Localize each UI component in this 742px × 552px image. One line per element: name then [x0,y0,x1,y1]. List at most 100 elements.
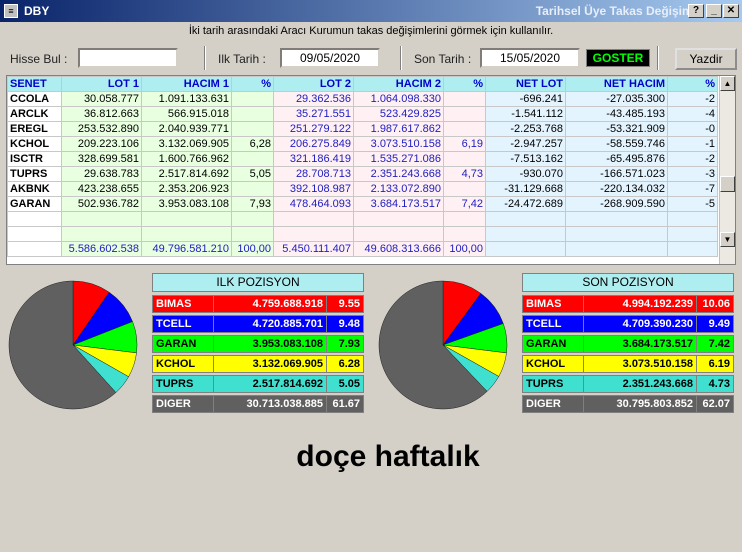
table-row[interactable]: EREGL 253.532.890 2.040.939.771 251.279.122… [7,121,718,137]
position-row: BIMAS 4.994.192.239 10.06 [522,295,734,313]
table-cell: CCOLA [7,91,62,107]
table-cell: 3.953.083.108 [141,196,232,212]
table-cell: -1 [667,136,718,152]
table-row[interactable]: ISCTR 328.699.581 1.600.766.962 321.186.419… [7,151,718,167]
scroll-up-icon[interactable]: ▲ [720,76,735,91]
table-cell: 206.275.849 [273,136,354,152]
table-row[interactable]: GARAN 502.936.782 3.953.083.108 7,93 478.464… [7,196,718,212]
column-header[interactable]: NET HACIM [565,76,668,92]
position-row: BIMAS 4.759.688.918 9.55 [152,295,364,313]
position-hacim: 4.759.688.918 [213,295,327,313]
table-cell: 36.812.663 [61,106,142,122]
table-cell: 253.532.890 [61,121,142,137]
search-input[interactable] [78,48,178,68]
table-cell [273,211,354,227]
table-row[interactable]: ARCLK 36.812.663 566.915.018 35.271.551 523.… [7,106,718,122]
table-cell: 1.600.766.962 [141,151,232,167]
print-button[interactable]: Yazdir [675,48,737,70]
position-name: BIMAS [522,295,584,313]
position-pct: 9.55 [326,295,364,313]
position-pct: 61.67 [326,395,364,413]
table-cell: -31.129.668 [485,181,566,197]
app-menu-icon[interactable]: ≡ [4,4,18,18]
takas-table: SENET LOT 1 HACIM 1% LOT 2 HACIM 2% NET LOT NE… [7,76,718,257]
table-cell: TUPRS [7,166,62,182]
table-cell: -268.909.590 [565,196,668,212]
table-row[interactable]: CCOLA 30.058.777 1.091.133.631 29.362.536 1.… [7,91,718,107]
table-cell [443,181,486,197]
totals-row: 5.586.602.538 49.796.581.210 100,00 5.450.1… [7,241,718,257]
table-cell: 328.699.581 [61,151,142,167]
end-date-field[interactable]: 15/05/2020 [480,48,580,68]
position-row: TCELL 4.709.390.230 9.49 [522,315,734,333]
position-hacim: 2.351.243.668 [583,375,697,393]
table-cell: 2.040.939.771 [141,121,232,137]
takas-grid[interactable]: SENET LOT 1 HACIM 1% LOT 2 HACIM 2% NET LOT NE… [6,75,736,265]
table-cell [231,181,274,197]
position-name: GARAN [152,335,214,353]
ilk-pozisyon-title: ILK POZISYON [152,273,364,292]
scroll-thumb[interactable] [720,176,735,192]
grid-scrollbar[interactable]: ▲ ▼ [719,76,735,264]
column-header[interactable]: NET LOT [485,76,566,92]
column-header[interactable]: % [667,76,718,92]
table-row[interactable]: KCHOL 209.223.106 3.132.069.905 6,28 206.275… [7,136,718,152]
position-pct: 7.93 [326,335,364,353]
table-cell [353,226,444,242]
table-cell: 3.684.173.517 [353,196,444,212]
position-pct: 6.28 [326,355,364,373]
position-name: DIGER [152,395,214,413]
table-cell [443,151,486,167]
position-name: TUPRS [522,375,584,393]
position-pct: 62.07 [696,395,734,413]
column-header[interactable]: HACIM 1 [141,76,232,92]
table-cell [61,226,142,242]
minimize-button[interactable]: _ [706,4,722,18]
table-cell: -27.035.300 [565,91,668,107]
column-header[interactable]: LOT 2 [273,76,354,92]
table-cell: 251.279.122 [273,121,354,137]
table-cell [667,211,718,227]
position-pct: 6.19 [696,355,734,373]
scroll-down-icon[interactable]: ▼ [720,232,735,247]
position-name: TCELL [152,315,214,333]
table-cell [443,211,486,227]
table-cell: 321.186.419 [273,151,354,167]
column-header[interactable]: LOT 1 [61,76,142,92]
table-cell: -1.541.112 [485,106,566,122]
table-cell: 30.058.777 [61,91,142,107]
table-cell [353,211,444,227]
show-button[interactable]: GOSTER [586,49,650,67]
search-label: Hisse Bul : [10,52,68,66]
table-row[interactable]: TUPRS 29.638.783 2.517.814.692 5,05 28.708.7… [7,166,718,182]
position-hacim: 30.713.038.885 [213,395,327,413]
position-hacim: 30.795.803.852 [583,395,697,413]
table-cell [443,106,486,122]
position-hacim: 3.953.083.108 [213,335,327,353]
total-cell [565,241,668,257]
help-icon[interactable]: ? [688,4,704,18]
table-cell: 6,28 [231,136,274,152]
table-cell [485,211,566,227]
caption-text: doçe haftalık [296,440,480,473]
position-row: KCHOL 3.132.069.905 6.28 [152,355,364,373]
table-cell: 2.351.243.668 [353,166,444,182]
position-row: TUPRS 2.351.243.668 4.73 [522,375,734,393]
ilk-pozisyon-pie-chart [8,280,138,410]
column-header[interactable]: SENET [7,76,62,92]
column-header[interactable]: % [231,76,274,92]
column-header[interactable]: % [443,76,486,92]
table-cell: -930.070 [485,166,566,182]
table-cell [565,226,668,242]
table-cell: 1.535.271.086 [353,151,444,167]
table-cell: 2.353.206.923 [141,181,232,197]
table-row[interactable]: AKBNK 423.238.655 2.353.206.923 392.108.987… [7,181,718,197]
start-date-field[interactable]: 09/05/2020 [280,48,380,68]
column-header[interactable]: HACIM 2 [353,76,444,92]
table-cell [231,121,274,137]
table-cell: ISCTR [7,151,62,167]
position-hacim: 4.720.885.701 [213,315,327,333]
table-cell [443,91,486,107]
table-cell [7,226,62,242]
close-button[interactable]: ✕ [723,4,739,18]
